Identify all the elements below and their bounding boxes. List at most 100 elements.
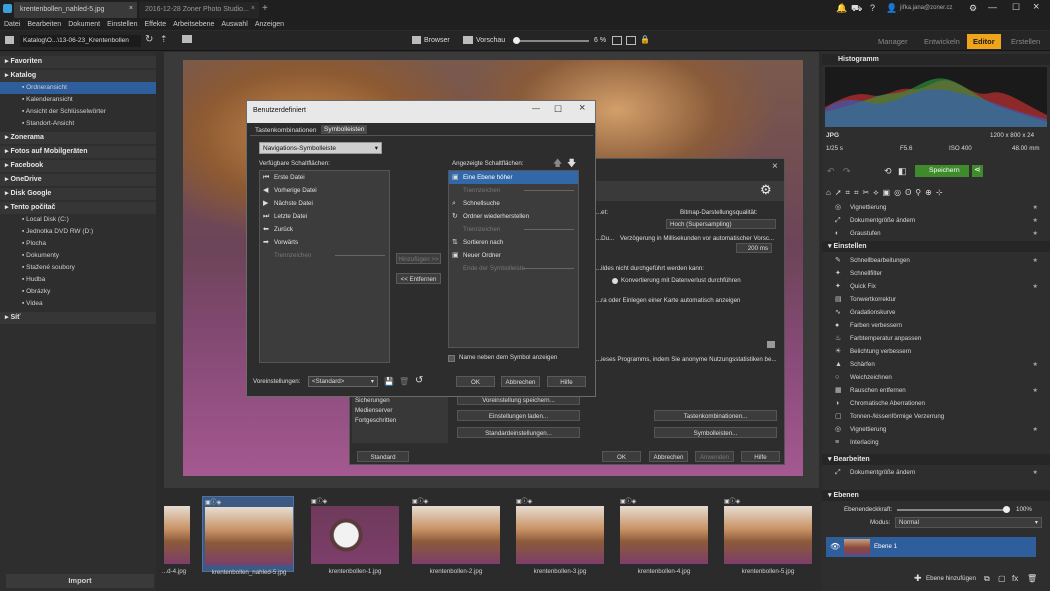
layer-name[interactable]: Ebene 1: [874, 543, 897, 550]
list-item[interactable]: ⬅ Zurück: [260, 223, 389, 236]
close-icon[interactable]: ×: [579, 102, 585, 114]
preset-select[interactable]: <Standard> ▾: [308, 376, 378, 387]
navigator-item[interactable]: ▪ Dokumenty: [0, 250, 156, 262]
share-icon[interactable]: ⋖: [972, 165, 983, 177]
maximize-icon[interactable]: ☐: [554, 104, 562, 115]
list-item[interactable]: ⇅ Sortieren nach: [449, 236, 578, 249]
delay-input[interactable]: 200 ms: [736, 243, 772, 253]
opacity-slider[interactable]: [897, 509, 1007, 511]
layer-mask-icon[interactable]: ▢: [998, 574, 1006, 583]
tool-item[interactable]: ◎ Vignettierung ★: [822, 201, 1050, 214]
help-button[interactable]: Hilfe: [547, 376, 586, 387]
tool-item[interactable]: ☀ Belichtung verbessern: [822, 345, 1050, 358]
navigator-item[interactable]: ▪ Videa: [0, 298, 156, 310]
blend-mode-select[interactable]: Normal ▾: [895, 517, 1042, 528]
load-settings-button[interactable]: Einstellungen laden...: [457, 410, 580, 421]
mode-create[interactable]: Erstellen: [1005, 34, 1046, 49]
favorite-star-icon[interactable]: ★: [1032, 358, 1038, 371]
navigator-item[interactable]: ▪ Hudba: [0, 274, 156, 286]
tool-item[interactable]: ≡ Interlacing: [822, 436, 1050, 449]
add-layer-label[interactable]: Ebene hinzufügen: [926, 575, 976, 582]
duplicate-layer-icon[interactable]: ⧉: [984, 574, 990, 584]
navigator-section[interactable]: ▸ OneDrive: [0, 174, 156, 186]
settings-apply-button[interactable]: Anwenden: [695, 451, 734, 462]
shortcuts-button[interactable]: Tastenkombinationen...: [654, 410, 777, 421]
folder-icon[interactable]: [767, 341, 775, 348]
favorite-star-icon[interactable]: ★: [1032, 466, 1038, 479]
navigator-section[interactable]: ▸ Zonerama: [0, 132, 156, 144]
navigator-item[interactable]: ▪ Jednotka DVD RW (D:): [0, 226, 156, 238]
menu-selection[interactable]: Auswahl: [221, 21, 247, 28]
thumbnail[interactable]: ▣ⓘ◈ krentenbollen-1.jpg: [309, 496, 401, 575]
section-adjust[interactable]: ▾ Einstellen: [822, 241, 1050, 252]
thumbnail[interactable]: ▣ⓘ◈ krentenbollen-5.jpg: [722, 496, 814, 575]
menu-view[interactable]: Anzeigen: [255, 21, 284, 28]
standard-button[interactable]: Standard: [357, 451, 409, 462]
close-icon[interactable]: ×: [129, 5, 133, 12]
close-icon[interactable]: ×: [251, 5, 255, 12]
navigator-section[interactable]: ▸ Fotos auf Mobilgeräten: [0, 146, 156, 158]
refresh-icon[interactable]: ↻: [145, 34, 153, 45]
section-layers[interactable]: ▾ Ebenen: [822, 490, 1050, 501]
compare-icon[interactable]: ◧: [898, 166, 907, 177]
folder-icon[interactable]: [5, 36, 14, 44]
user-icon[interactable]: 👤: [886, 3, 897, 14]
toolbar-select[interactable]: Navigations-Symbolleiste ▾: [259, 142, 382, 154]
tool-item[interactable]: ✦ Schnellfilter: [822, 267, 1050, 280]
cancel-button[interactable]: Abbrechen: [501, 376, 540, 387]
navigator-section[interactable]: ▸ Facebook: [0, 160, 156, 172]
sidebar-item-advanced[interactable]: Fortgeschritten: [355, 417, 396, 424]
navigator-item[interactable]: ▪ Plocha: [0, 238, 156, 250]
navigator-item[interactable]: ▪ Kalenderansicht: [0, 94, 156, 106]
layer-fx-icon[interactable]: fx: [1012, 574, 1018, 583]
navigator-item[interactable]: ▪ Standort-Ansicht: [0, 118, 156, 130]
maximize-icon[interactable]: ☐: [1012, 2, 1020, 13]
add-layer-icon[interactable]: ✚: [914, 573, 922, 584]
list-item[interactable]: ⏭ Letzte Datei: [260, 210, 389, 223]
gear-icon[interactable]: ⚙: [760, 182, 772, 198]
list-item[interactable]: ▶ Nächste Datei: [260, 197, 389, 210]
navigator-section[interactable]: ▸ Tento počítač: [0, 202, 156, 214]
import-button[interactable]: Import: [6, 574, 154, 588]
close-window-icon[interactable]: ×: [1033, 1, 1039, 13]
layer-row[interactable]: 👁 Ebene 1: [826, 537, 1036, 557]
favorite-star-icon[interactable]: ★: [1032, 280, 1038, 293]
minimize-icon[interactable]: —: [988, 2, 997, 12]
list-separator[interactable]: Ende der Symbolleiste: [449, 262, 578, 275]
favorite-star-icon[interactable]: ★: [1032, 423, 1038, 436]
mode-editor[interactable]: Editor: [967, 34, 1001, 49]
tool-item[interactable]: ⤢ Dokumentgröße ändern ★: [822, 466, 1050, 479]
thumbnail[interactable]: ▣ⓘ◈ krentenbollen-2.jpg: [410, 496, 502, 575]
tool-item[interactable]: ● Farben verbessern: [822, 319, 1050, 332]
save-button[interactable]: Speichern: [915, 165, 969, 177]
menu-adjust[interactable]: Einstellen: [107, 21, 137, 28]
settings-ok-button[interactable]: OK: [602, 451, 641, 462]
mode-develop[interactable]: Entwickeln: [918, 34, 966, 49]
settings-close-icon[interactable]: ×: [772, 161, 778, 172]
menu-layer[interactable]: Arbeitsebene: [173, 21, 214, 28]
zoom-slider[interactable]: [514, 40, 589, 42]
mode-manager[interactable]: Manager: [872, 34, 914, 49]
tab-active-document[interactable]: krentenbollen_nahled-5.jpg ×: [14, 2, 137, 18]
tab-inactive-document[interactable]: 2016-12-28 Zoner Photo Studio... ×: [139, 2, 259, 18]
browser-icon[interactable]: [412, 36, 421, 44]
revert-icon[interactable]: ⟲: [884, 166, 892, 177]
navigator-section[interactable]: ▸ Disk Google: [0, 188, 156, 200]
fit-icon[interactable]: [612, 36, 622, 45]
quality-select[interactable]: Hoch (Supersampling): [666, 219, 776, 229]
cart-icon[interactable]: ⛟: [851, 3, 862, 15]
displayed-list[interactable]: ▣ Eine Ebene höher Trennzeichen ⌕ Schnellsuc…: [448, 170, 579, 348]
settings-cancel-button[interactable]: Abbrechen: [649, 451, 688, 462]
tool-item[interactable]: ▤ Tonwertkorrektur: [822, 293, 1050, 306]
favorite-star-icon[interactable]: ★: [1032, 227, 1038, 240]
navigator-section[interactable]: ▸ Katalog: [0, 70, 156, 82]
navigator-section[interactable]: ▸ Favoriten: [0, 56, 156, 68]
navigator-item[interactable]: ▪ Stažené soubory: [0, 262, 156, 274]
navigator-item[interactable]: ▪ Obrázky: [0, 286, 156, 298]
tool-item[interactable]: ○ Weichzeichnen: [822, 371, 1050, 384]
navigator-item[interactable]: ▪ Ansicht der Schlüsselwörter: [0, 106, 156, 118]
lock-icon[interactable]: 🔒: [640, 35, 650, 44]
undo-icon[interactable]: ↶: [827, 166, 835, 177]
minimize-icon[interactable]: —: [532, 104, 540, 113]
tab-shortcuts[interactable]: Tastenkombinationen: [253, 126, 318, 135]
